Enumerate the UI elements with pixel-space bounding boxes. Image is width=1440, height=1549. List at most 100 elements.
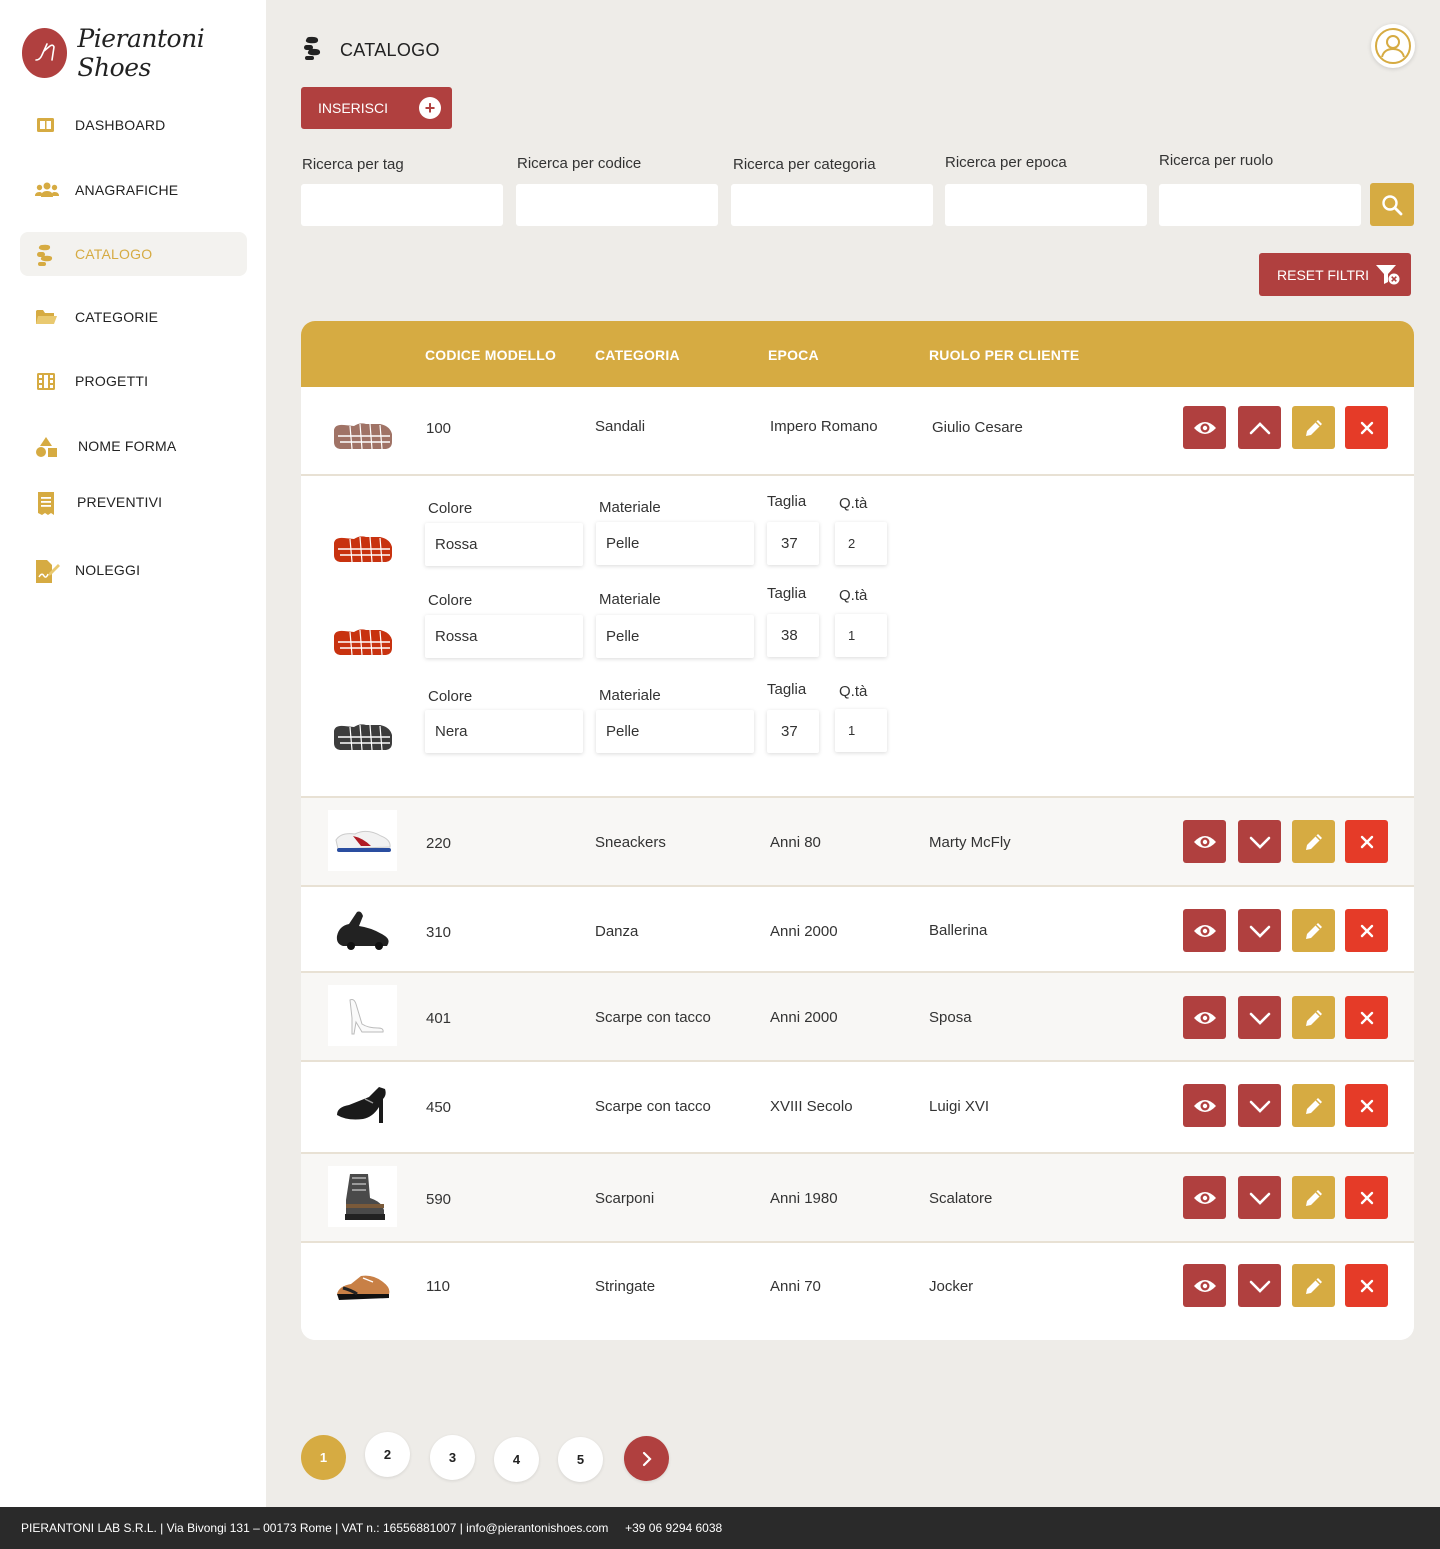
delete-button[interactable] xyxy=(1345,406,1388,449)
header-categoria: CATEGORIA xyxy=(595,347,680,363)
user-circle-icon xyxy=(1375,28,1411,64)
sidebar-item-nome-forma[interactable]: NOME FORMA xyxy=(20,424,247,468)
variant-qta-field[interactable]: 1 xyxy=(835,709,887,752)
expand-button[interactable] xyxy=(1238,1264,1281,1307)
page-button-1[interactable]: 1 xyxy=(301,1435,346,1480)
variant-colore-field[interactable]: Rossa xyxy=(425,523,583,566)
sidebar-item-catalogo[interactable]: CATALOGO xyxy=(20,232,247,276)
pencil-icon xyxy=(1305,922,1322,939)
collapse-button[interactable] xyxy=(1238,406,1281,449)
view-button[interactable] xyxy=(1183,909,1226,952)
main-content: CATALOGO INSERISCI + Ricerca per tag Ric… xyxy=(266,0,1440,1507)
filter-ruolo-input[interactable] xyxy=(1159,184,1361,226)
variant-colore-field[interactable]: Rossa xyxy=(425,615,583,658)
brand-logo[interactable]: Pierantoni Shoes xyxy=(22,24,266,82)
sidebar-item-categorie[interactable]: CATEGORIE xyxy=(20,295,247,339)
page-button-5[interactable]: 5 xyxy=(558,1437,603,1482)
next-page-button[interactable] xyxy=(624,1436,669,1481)
shoe-logo-icon xyxy=(22,28,68,78)
sidebar-item-progetti[interactable]: PROGETTI xyxy=(20,359,247,403)
table-row[interactable]: 110 Stringate Anni 70 Jocker xyxy=(301,1243,1414,1340)
table-row[interactable]: 100 Sandali Impero Romano Giulio Cesare xyxy=(301,387,1414,476)
filter-codice-input[interactable] xyxy=(516,184,718,226)
sidebar: Pierantoni Shoes DASHBOARD ANAGRAFICHE C… xyxy=(0,0,266,1507)
delete-button[interactable] xyxy=(1345,996,1388,1039)
expand-button[interactable] xyxy=(1238,820,1281,863)
variant-taglia-label: Taglia xyxy=(767,493,807,510)
insert-button[interactable]: INSERISCI + xyxy=(301,87,452,129)
page-button-4[interactable]: 4 xyxy=(494,1437,539,1482)
reset-filters-label: RESET FILTRI xyxy=(1277,266,1370,283)
cell-codice: 310 xyxy=(426,924,452,941)
variant-taglia-field[interactable]: 37 xyxy=(767,710,819,753)
user-avatar[interactable] xyxy=(1371,24,1415,68)
variant-taglia-label: Taglia xyxy=(767,585,807,602)
edit-button[interactable] xyxy=(1292,909,1335,952)
chevron-down-icon xyxy=(1249,1012,1270,1025)
sidebar-item-dashboard[interactable]: DASHBOARD xyxy=(20,103,247,147)
sidebar-item-anagrafiche[interactable]: ANAGRAFICHE xyxy=(20,168,247,212)
table-row[interactable]: 401 Scarpe con tacco Anni 2000 Sposa xyxy=(301,973,1414,1062)
cell-epoca: Anni 2000 xyxy=(770,1009,838,1026)
filter-tag-input[interactable] xyxy=(301,184,503,226)
expand-button[interactable] xyxy=(1238,1084,1281,1127)
sidebar-item-preventivi[interactable]: PREVENTIVI xyxy=(20,480,247,524)
reset-filters-button[interactable]: RESET FILTRI xyxy=(1259,253,1411,296)
expand-button[interactable] xyxy=(1238,1176,1281,1219)
sidebar-item-noleggi[interactable]: NOLEGGI xyxy=(20,548,247,592)
variant-materiale-label: Materiale xyxy=(599,687,661,704)
sidebar-item-label: CATALOGO xyxy=(75,246,153,262)
cell-codice: 401 xyxy=(426,1010,452,1027)
view-button[interactable] xyxy=(1183,820,1226,863)
page-title: CATALOGO xyxy=(300,36,440,65)
table-row[interactable]: 220 Sneackers Anni 80 Marty McFly xyxy=(301,798,1414,887)
edit-button[interactable] xyxy=(1292,1084,1335,1127)
delete-button[interactable] xyxy=(1345,909,1388,952)
edit-button[interactable] xyxy=(1292,1176,1335,1219)
table-row[interactable]: 590 Scarponi Anni 1980 Scalatore xyxy=(301,1154,1414,1243)
variant-qta-field[interactable]: 2 xyxy=(835,522,887,565)
view-button[interactable] xyxy=(1183,1176,1226,1219)
variant-materiale-field[interactable]: Pelle xyxy=(596,522,754,565)
delete-button[interactable] xyxy=(1345,1264,1388,1307)
variant-taglia-field[interactable]: 38 xyxy=(767,614,819,657)
search-button[interactable] xyxy=(1370,183,1414,226)
variant-taglia-label: Taglia xyxy=(767,681,807,698)
pencil-icon xyxy=(1305,1097,1322,1114)
variant-qta-field[interactable]: 1 xyxy=(835,614,887,657)
edit-button[interactable] xyxy=(1292,1264,1335,1307)
variant-taglia-field[interactable]: 37 xyxy=(767,522,819,565)
view-button[interactable] xyxy=(1183,996,1226,1039)
shoe-thumbnail xyxy=(328,1074,397,1135)
variant-materiale-field[interactable]: Pelle xyxy=(596,615,754,658)
filter-epoca-input[interactable] xyxy=(945,184,1147,226)
view-button[interactable] xyxy=(1183,1084,1226,1127)
view-button[interactable] xyxy=(1183,1264,1226,1307)
eye-icon xyxy=(1193,1279,1216,1292)
insert-button-label: INSERISCI xyxy=(318,100,389,116)
view-button[interactable] xyxy=(1183,406,1226,449)
page-button-3[interactable]: 3 xyxy=(430,1435,475,1480)
edit-button[interactable] xyxy=(1292,820,1335,863)
table-row[interactable]: 310 Danza Anni 2000 Ballerina xyxy=(301,887,1414,973)
cell-epoca: Anni 2000 xyxy=(770,923,838,940)
shoe-thumbnail xyxy=(328,514,397,575)
pencil-icon xyxy=(1305,1189,1322,1206)
delete-button[interactable] xyxy=(1345,1176,1388,1219)
variant-colore-label: Colore xyxy=(428,500,473,517)
delete-button[interactable] xyxy=(1345,820,1388,863)
page-button-2[interactable]: 2 xyxy=(365,1432,410,1477)
variant-colore-field[interactable]: Nera xyxy=(425,710,583,753)
footprints-icon xyxy=(34,244,58,266)
variant-materiale-field[interactable]: Pelle xyxy=(596,710,754,753)
delete-button[interactable] xyxy=(1345,1084,1388,1127)
edit-button[interactable] xyxy=(1292,406,1335,449)
edit-button[interactable] xyxy=(1292,996,1335,1039)
expand-button[interactable] xyxy=(1238,996,1281,1039)
filter-ruolo-label: Ricerca per ruolo xyxy=(1159,152,1274,169)
expand-button[interactable] xyxy=(1238,909,1281,952)
cell-epoca: XVIII Secolo xyxy=(770,1098,853,1115)
table-row[interactable]: 450 Scarpe con tacco XVIII Secolo Luigi … xyxy=(301,1062,1414,1154)
filter-categoria-input[interactable] xyxy=(731,184,933,226)
header-codice: CODICE MODELLO xyxy=(425,347,557,363)
